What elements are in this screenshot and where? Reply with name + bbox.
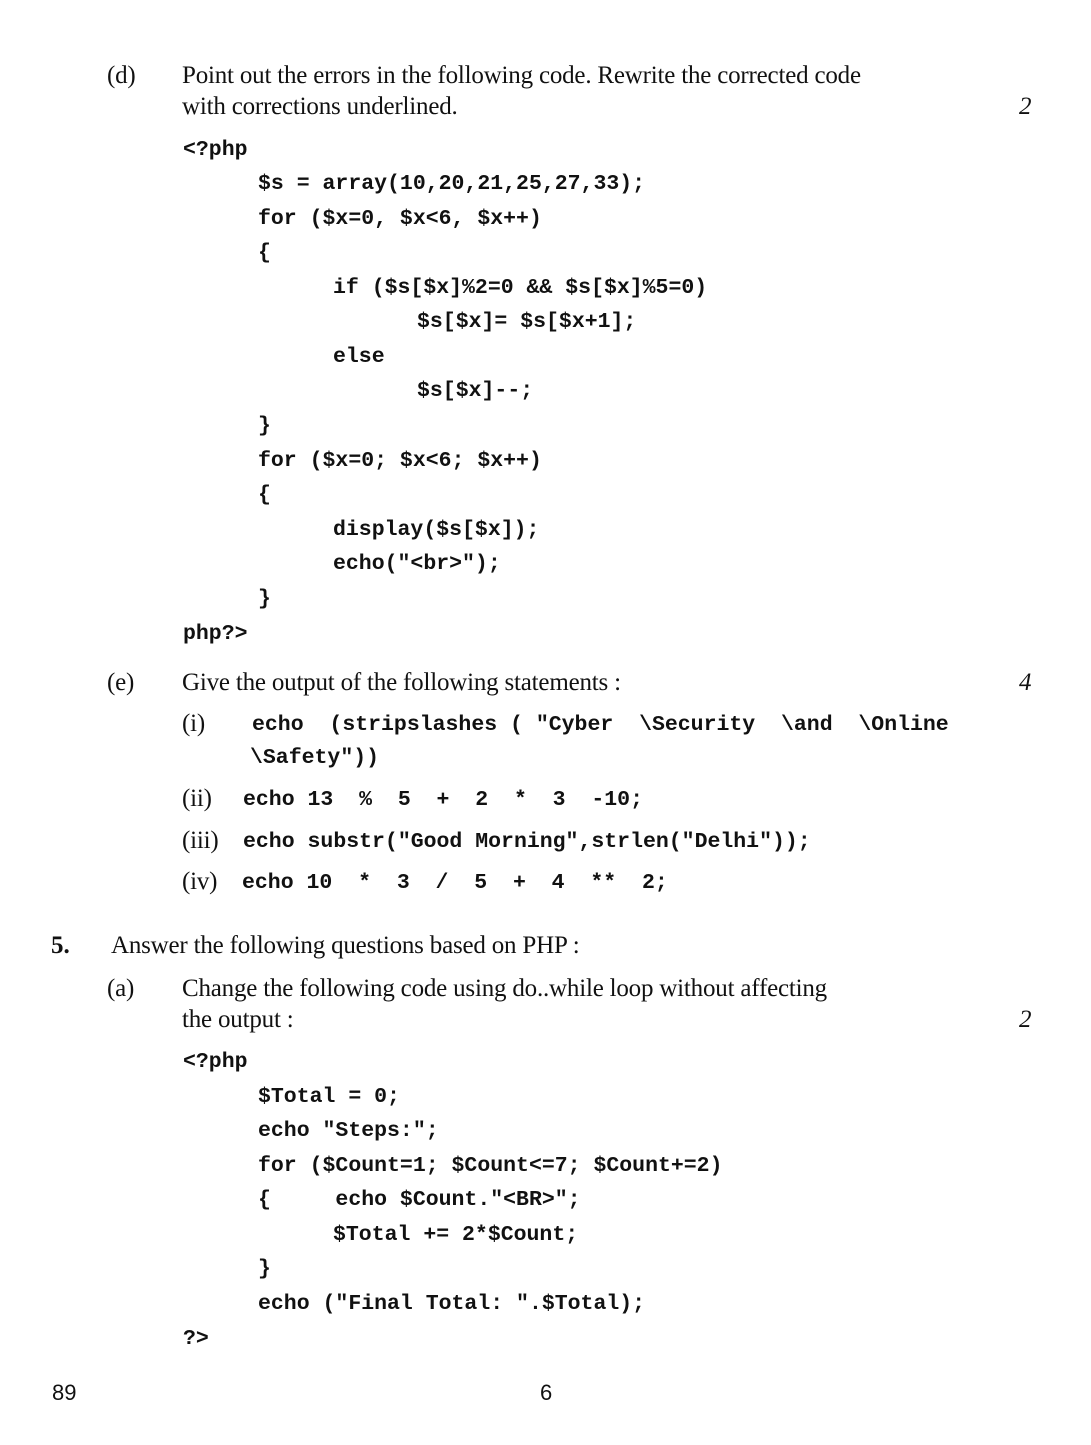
code-line: { echo $Count."<BR>";	[258, 1188, 581, 1212]
code-line: for ($Count=1; $Count<=7; $Count+=2)	[258, 1154, 723, 1178]
code-line: {	[258, 241, 271, 265]
page-number: 6	[540, 1380, 553, 1405]
paper-code: 89	[52, 1380, 77, 1405]
question-5-text: Answer the following questions based on …	[111, 932, 580, 959]
code-line: <?php	[183, 1050, 248, 1074]
item-code: echo substr("Good Morning",strlen("Delhi…	[243, 830, 811, 854]
part-d-question-line-2: with corrections underlined.	[182, 93, 458, 120]
part-5a-label: (a)	[107, 975, 135, 1002]
code-line: $s[$x]--;	[417, 379, 534, 403]
item-label: (ii)	[182, 785, 212, 812]
item-label: (iii)	[182, 827, 219, 854]
code-line: <?php	[183, 138, 248, 162]
part-5a-question-line-2: the output :	[182, 1006, 294, 1033]
part-5a-marks: 2	[1019, 1006, 1032, 1033]
code-line: echo("<br>");	[333, 552, 501, 576]
item-code: echo 10 * 3 / 5 + 4 ** 2;	[242, 871, 668, 895]
part-e-marks: 4	[1019, 669, 1032, 696]
code-line: php?>	[183, 622, 248, 646]
code-line: $Total += 2*$Count;	[333, 1223, 579, 1247]
item-label: (i)	[182, 710, 205, 737]
part-5a-question-line-1: Change the following code using do..whil…	[182, 975, 827, 1002]
part-d-marks: 2	[1019, 93, 1032, 120]
part-d-label: (d)	[107, 62, 136, 89]
code-line: }	[258, 587, 271, 611]
question-5-number: 5.	[51, 932, 70, 959]
code-line: for ($x=0; $x<6; $x++)	[258, 449, 542, 473]
code-line: echo ("Final Total: ".$Total);	[258, 1292, 646, 1316]
code-line: display($s[$x]);	[333, 518, 540, 542]
code-line: }	[258, 414, 271, 438]
item-code-continued: \Safety"))	[250, 746, 380, 770]
code-line: for ($x=0, $x<6, $x++)	[258, 207, 542, 231]
code-line: }	[258, 1257, 271, 1281]
item-code: echo (stripslashes ( "Cyber \Security \a…	[252, 713, 949, 737]
code-line: ?>	[183, 1327, 209, 1351]
code-line: $s[$x]= $s[$x+1];	[417, 310, 637, 334]
code-line: echo "Steps:";	[258, 1119, 439, 1143]
part-d-question-line-1: Point out the errors in the following co…	[182, 62, 861, 89]
part-e-label: (e)	[107, 669, 135, 696]
code-line: {	[258, 483, 271, 507]
part-e-question: Give the output of the following stateme…	[182, 669, 621, 696]
code-line: if ($s[$x]%2=0 && $s[$x]%5=0)	[333, 276, 708, 300]
item-label: (iv)	[182, 868, 218, 895]
item-code: echo 13 % 5 + 2 * 3 -10;	[243, 788, 643, 812]
code-line: $s = array(10,20,21,25,27,33);	[258, 172, 646, 196]
code-line: $Total = 0;	[258, 1085, 400, 1109]
code-line: else	[333, 345, 385, 369]
